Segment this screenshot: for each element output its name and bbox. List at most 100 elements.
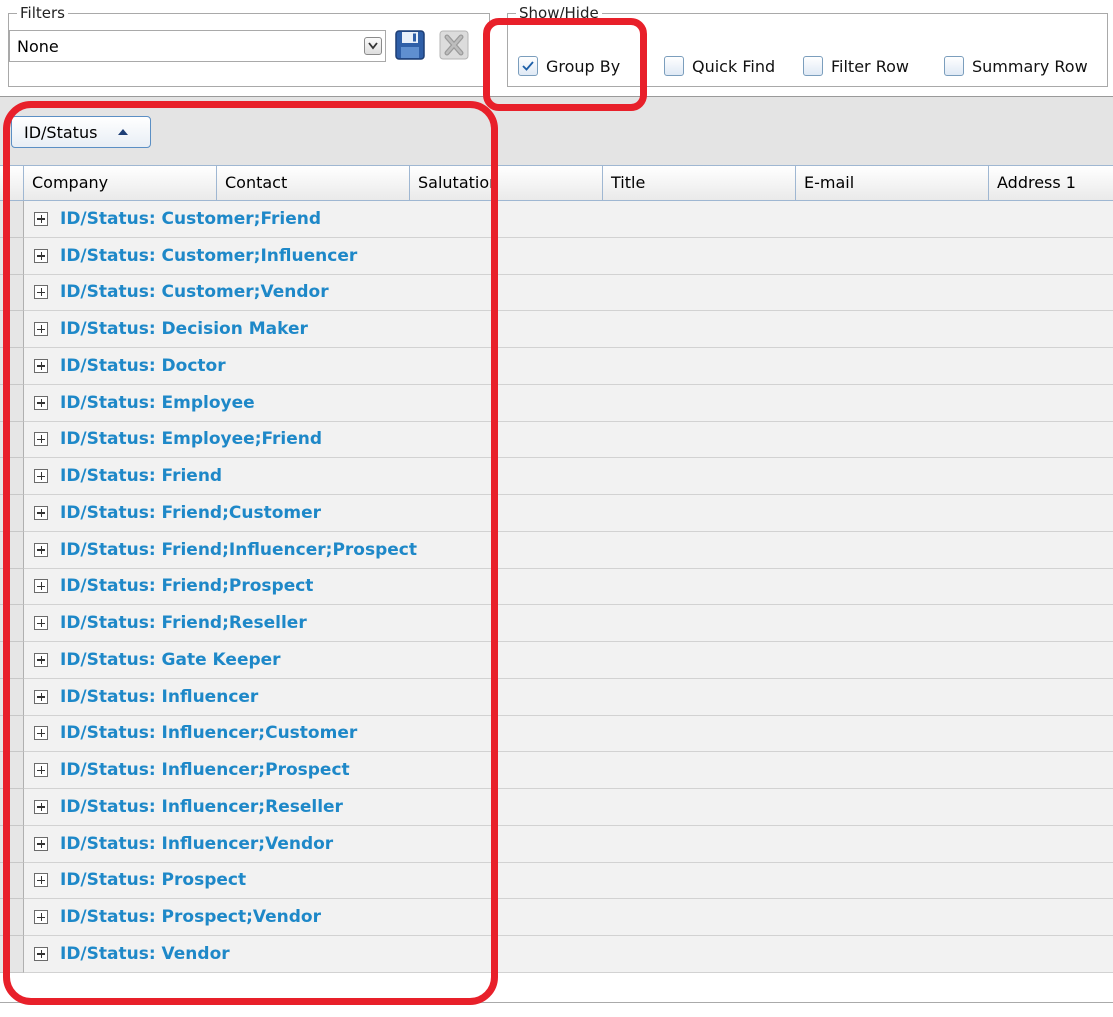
expand-plus-icon[interactable] xyxy=(34,910,48,925)
expand-plus-icon[interactable] xyxy=(34,946,48,961)
group-row[interactable]: ID/Status: Prospect;Vendor xyxy=(24,899,1113,936)
row-indicator[interactable] xyxy=(0,678,24,716)
row-indicator[interactable] xyxy=(0,348,24,385)
row-indicator[interactable] xyxy=(0,825,24,863)
quick-find-checkbox[interactable]: Quick Find xyxy=(664,54,775,78)
expand-plus-icon[interactable] xyxy=(34,652,48,667)
group-row[interactable]: ID/Status: Employee;Friend xyxy=(24,421,1113,459)
row-indicator[interactable] xyxy=(0,936,24,973)
expand-plus-icon[interactable] xyxy=(34,505,48,520)
row-indicator[interactable] xyxy=(0,237,24,275)
delete-filter-button[interactable] xyxy=(437,28,471,62)
column-header-contact[interactable]: Contact xyxy=(217,166,410,200)
group-row-label: ID/Status: Gate Keeper xyxy=(60,649,281,670)
group-row[interactable]: ID/Status: Decision Maker xyxy=(24,311,1113,348)
row-indicator[interactable] xyxy=(0,568,24,606)
filter-select[interactable]: None xyxy=(9,30,386,62)
expand-plus-icon[interactable] xyxy=(34,726,48,741)
expand-plus-icon[interactable] xyxy=(34,873,48,888)
row-indicator[interactable] xyxy=(0,899,24,936)
group-row[interactable]: ID/Status: Influencer xyxy=(24,678,1113,716)
group-row[interactable]: ID/Status: Influencer;Reseller xyxy=(24,789,1113,826)
group-row[interactable]: ID/Status: Customer;Influencer xyxy=(24,237,1113,275)
group-row[interactable]: ID/Status: Friend xyxy=(24,458,1113,495)
group-row-label: ID/Status: Friend;Reseller xyxy=(60,613,307,634)
summary-row-checkbox[interactable]: Summary Row xyxy=(944,54,1088,78)
column-header-company[interactable]: Company xyxy=(24,166,217,200)
row-indicator[interactable] xyxy=(0,311,24,348)
expand-plus-icon[interactable] xyxy=(34,469,48,484)
group-row-label: ID/Status: Customer;Vendor xyxy=(60,282,329,303)
checkbox-checked[interactable] xyxy=(518,56,538,76)
expand-plus-icon[interactable] xyxy=(34,322,48,337)
expand-plus-icon[interactable] xyxy=(34,211,48,226)
column-header-salutation[interactable]: Salutation xyxy=(410,166,603,200)
group-row[interactable]: ID/Status: Vendor xyxy=(24,936,1113,973)
column-header-email[interactable]: E-mail xyxy=(796,166,989,200)
row-indicator[interactable] xyxy=(0,274,24,312)
group-by-chip[interactable]: ID/Status xyxy=(11,116,151,148)
group-row[interactable]: ID/Status: Doctor xyxy=(24,348,1113,385)
group-row[interactable]: ID/Status: Friend;Reseller xyxy=(24,605,1113,642)
expand-plus-icon[interactable] xyxy=(34,836,48,851)
summary-row-label: Summary Row xyxy=(972,56,1088,76)
column-header-title[interactable]: Title xyxy=(603,166,796,200)
group-row[interactable]: ID/Status: Customer;Vendor xyxy=(24,274,1113,312)
expand-plus-icon[interactable] xyxy=(34,395,48,410)
group-row[interactable]: ID/Status: Influencer;Vendor xyxy=(24,825,1113,863)
row-indicator-column xyxy=(0,201,24,973)
group-row[interactable]: ID/Status: Friend;Prospect xyxy=(24,568,1113,606)
row-indicator[interactable] xyxy=(0,715,24,753)
expand-plus-icon[interactable] xyxy=(34,579,48,594)
delete-x-icon xyxy=(439,30,469,60)
group-row-label: ID/Status: Influencer;Vendor xyxy=(60,833,334,854)
row-indicator[interactable] xyxy=(0,862,24,900)
expand-plus-icon[interactable] xyxy=(34,432,48,447)
row-indicator[interactable] xyxy=(0,384,24,422)
group-row[interactable]: ID/Status: Friend;Customer xyxy=(24,495,1113,532)
expand-plus-icon[interactable] xyxy=(34,285,48,300)
group-by-chip-label: ID/Status xyxy=(24,122,98,142)
checkbox-unchecked[interactable] xyxy=(664,56,684,76)
expand-plus-icon[interactable] xyxy=(34,689,48,704)
group-row-label: ID/Status: Influencer;Customer xyxy=(60,723,358,744)
divider xyxy=(0,1002,1113,1003)
checkbox-unchecked[interactable] xyxy=(803,56,823,76)
row-indicator[interactable] xyxy=(0,789,24,826)
group-row[interactable]: ID/Status: Employee xyxy=(24,384,1113,422)
group-row[interactable]: ID/Status: Influencer;Prospect xyxy=(24,752,1113,789)
group-row[interactable]: ID/Status: Friend;Influencer;Prospect xyxy=(24,531,1113,569)
row-indicator[interactable] xyxy=(0,458,24,495)
group-by-checkbox[interactable]: Group By xyxy=(518,54,620,78)
row-indicator[interactable] xyxy=(0,642,24,679)
group-row[interactable]: ID/Status: Customer;Friend xyxy=(24,201,1113,238)
chevron-down-icon[interactable] xyxy=(364,37,382,55)
expand-plus-icon[interactable] xyxy=(34,763,48,778)
save-filter-button[interactable] xyxy=(393,28,427,62)
group-row-label: ID/Status: Decision Maker xyxy=(60,319,308,340)
expand-plus-icon[interactable] xyxy=(34,358,48,373)
group-row-label: ID/Status: Friend;Customer xyxy=(60,502,322,523)
group-row-label: ID/Status: Prospect xyxy=(60,870,247,891)
column-header-address-1[interactable]: Address 1 xyxy=(989,166,1113,200)
expand-plus-icon[interactable] xyxy=(34,799,48,814)
checkbox-unchecked[interactable] xyxy=(944,56,964,76)
group-row[interactable]: ID/Status: Influencer;Customer xyxy=(24,715,1113,753)
group-row[interactable]: ID/Status: Gate Keeper xyxy=(24,642,1113,679)
group-row-label: ID/Status: Friend;Prospect xyxy=(60,576,314,597)
expand-plus-icon[interactable] xyxy=(34,616,48,631)
group-row[interactable]: ID/Status: Prospect xyxy=(24,862,1113,900)
row-indicator[interactable] xyxy=(0,752,24,789)
row-indicator[interactable] xyxy=(0,421,24,459)
group-row-label: ID/Status: Influencer;Prospect xyxy=(60,760,350,781)
filter-row-checkbox[interactable]: Filter Row xyxy=(803,54,909,78)
expand-plus-icon[interactable] xyxy=(34,542,48,557)
column-header-row: Company Contact Salutation Title E-mail … xyxy=(0,165,1113,201)
row-indicator[interactable] xyxy=(0,495,24,532)
row-indicator[interactable] xyxy=(0,201,24,238)
row-indicator[interactable] xyxy=(0,531,24,569)
expand-plus-icon[interactable] xyxy=(34,248,48,263)
group-row-label: ID/Status: Influencer;Reseller xyxy=(60,796,343,817)
row-indicator[interactable] xyxy=(0,605,24,642)
group-row-label: ID/Status: Friend;Influencer;Prospect xyxy=(60,539,417,560)
